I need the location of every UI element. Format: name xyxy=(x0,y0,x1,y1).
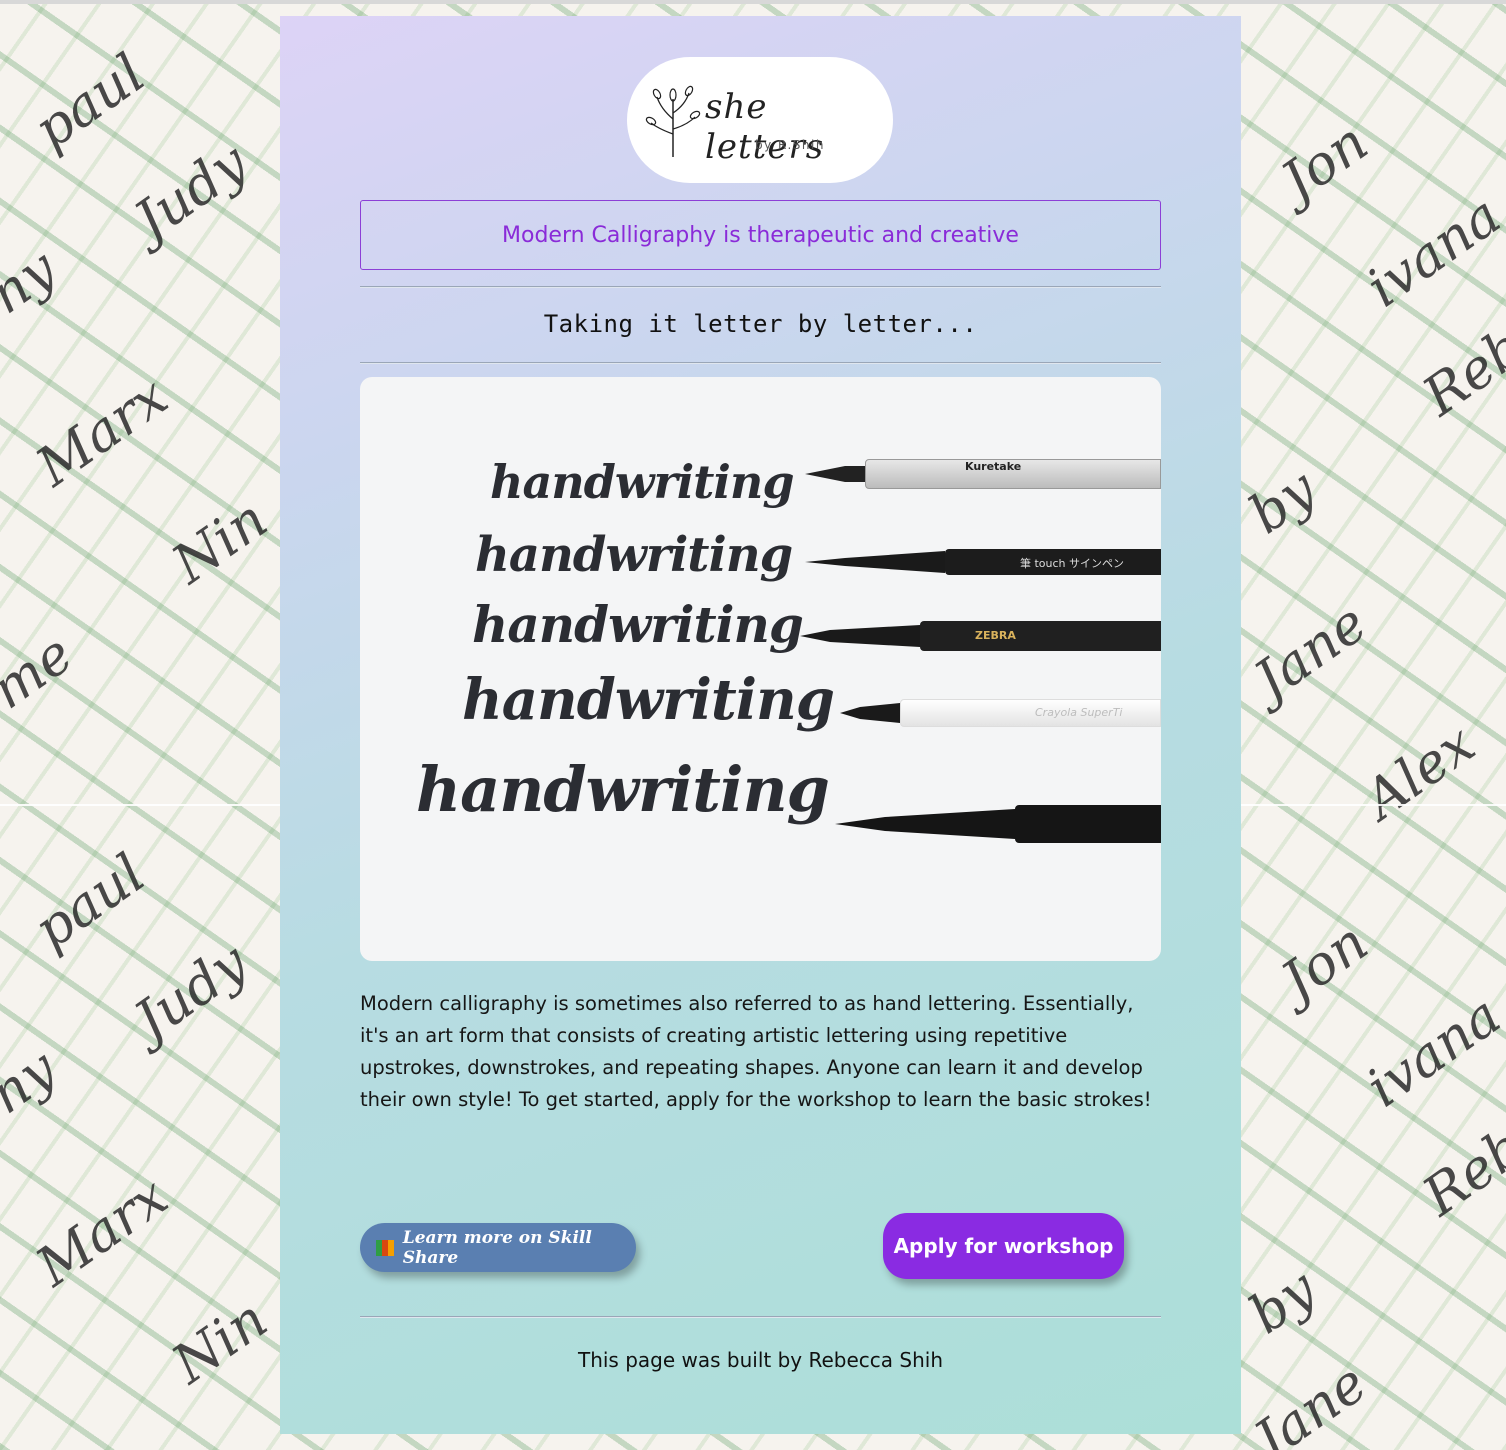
skill-share-button[interactable]: Learn more on Skill Share xyxy=(360,1223,636,1272)
bg-name: ny xyxy=(0,1036,68,1127)
bg-name: Reb xyxy=(1411,1114,1506,1229)
hero-word: handwriting xyxy=(475,527,793,583)
pen-crayola: Crayola SuperTi xyxy=(840,699,1161,727)
pen-label: 筆 touch サインペン xyxy=(1020,557,1125,570)
hero-word: handwriting xyxy=(472,595,804,654)
bg-name: ivana xyxy=(1355,183,1506,320)
logo-title: she letters xyxy=(705,87,825,167)
bg-name: Alex xyxy=(1352,711,1487,832)
bg-name: Jane xyxy=(1242,1351,1378,1450)
hero-word: handwriting xyxy=(462,667,835,733)
page-subtitle: Taking it letter by letter... xyxy=(543,310,978,338)
bg-name: Nin xyxy=(160,487,279,596)
bg-name: Jon xyxy=(1269,110,1379,213)
tagline-box: Modern Calligraphy is therapeutic and cr… xyxy=(360,200,1161,270)
hero-word: handwriting xyxy=(416,753,830,826)
footer-credit: This page was built by Rebecca Shih xyxy=(577,1348,943,1372)
description-text: Modern calligraphy is sometimes also ref… xyxy=(360,992,1152,1111)
pen-black xyxy=(835,805,1161,843)
pen-label: Kuretake xyxy=(965,460,1022,473)
main-card: she letters by R.Shih Modern Calligraphy… xyxy=(280,16,1241,1434)
bg-name: Nin xyxy=(160,1287,279,1396)
pen-zebra: ZEBRA xyxy=(800,621,1161,651)
divider xyxy=(360,1316,1161,1318)
bg-name: me xyxy=(0,621,84,722)
pen-label: ZEBRA xyxy=(975,629,1016,642)
bg-name: Jon xyxy=(1269,910,1379,1013)
divider xyxy=(360,286,1161,288)
tagline: Modern Calligraphy is therapeutic and cr… xyxy=(502,222,1019,248)
hero-image: handwriting handwriting handwriting hand… xyxy=(360,377,1161,961)
bg-name: by xyxy=(1237,1257,1328,1346)
bg-name: Judy xyxy=(122,130,259,253)
bg-name: Jane xyxy=(1242,591,1378,712)
logo: she letters by R.Shih xyxy=(627,57,893,183)
pen-label: Crayola SuperTi xyxy=(1035,706,1123,719)
pen-touch: 筆 touch サインペン xyxy=(805,549,1161,575)
bg-name: Reb xyxy=(1411,314,1506,429)
books-icon xyxy=(376,1239,394,1256)
skill-share-label: Learn more on Skill Share xyxy=(402,1227,592,1268)
hero-word: handwriting xyxy=(490,455,794,509)
bg-name: Judy xyxy=(122,930,259,1053)
bg-name: Marx xyxy=(24,1164,179,1299)
bg-name: paul xyxy=(22,41,157,162)
flower-icon xyxy=(645,85,701,157)
bg-name: by xyxy=(1237,457,1328,546)
bg-name: ivana xyxy=(1355,983,1506,1120)
apply-workshop-button[interactable]: Apply for workshop xyxy=(883,1213,1124,1279)
bg-name: Marx xyxy=(24,364,179,499)
apply-workshop-label: Apply for workshop xyxy=(893,1234,1114,1258)
bg-name: paul xyxy=(22,841,157,962)
logo-subtitle: by R.Shih xyxy=(755,138,825,152)
pen-kuretake: Kuretake xyxy=(805,459,1161,489)
divider xyxy=(360,362,1161,364)
bg-name: ny xyxy=(0,236,68,327)
